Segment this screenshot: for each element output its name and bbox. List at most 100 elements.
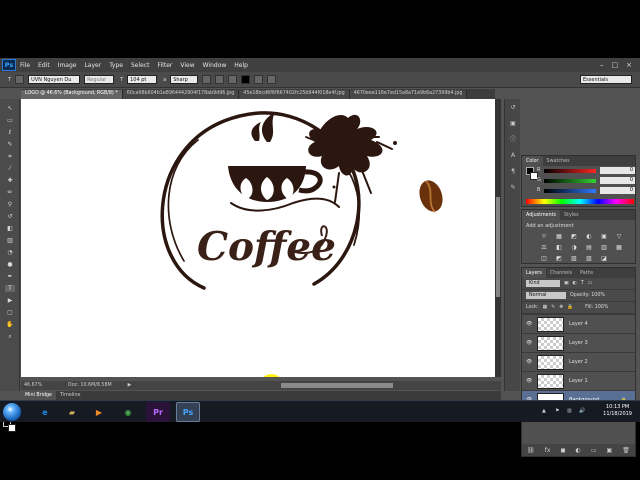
align-left-button[interactable]: [202, 75, 212, 84]
layer-row-layer-1[interactable]: 👁 Layer 1: [522, 371, 635, 390]
menu-image[interactable]: Image: [58, 62, 77, 69]
filter-shape-icon[interactable]: ▭: [588, 281, 593, 286]
blue-channel-value[interactable]: 0: [600, 187, 635, 194]
canvas-horizontal-scrollbar[interactable]: [281, 383, 393, 388]
tab-timeline[interactable]: Timeline: [56, 393, 84, 398]
lock-image-icon[interactable]: ✎: [551, 305, 555, 310]
hand-tool-icon[interactable]: ✋: [5, 321, 15, 328]
hue-adjustment-icon[interactable]: ⚖: [538, 244, 550, 252]
channel-mixer-adjustment-icon[interactable]: ▥: [598, 244, 610, 252]
align-right-button[interactable]: [228, 75, 238, 84]
minimize-button[interactable]: –: [600, 61, 604, 69]
canvas-vertical-scroll-thumb[interactable]: [496, 197, 500, 297]
tab-color[interactable]: Color: [522, 156, 543, 166]
file-explorer-icon[interactable]: ▰: [60, 402, 84, 422]
menu-type[interactable]: Type: [109, 62, 123, 69]
filter-type-icon[interactable]: T: [581, 281, 584, 286]
blend-mode-select[interactable]: Normal: [526, 292, 566, 299]
move-tool-icon[interactable]: ↖: [5, 105, 15, 112]
pen-tool-icon[interactable]: ✒: [5, 273, 15, 280]
exposure-adjustment-icon[interactable]: ◐: [583, 233, 595, 241]
tab-paths[interactable]: Paths: [576, 268, 597, 278]
tab-image-3[interactable]: 4670eee116e7ed15a8a71e9b6a27399b4.jpg: [349, 90, 468, 99]
chrome-icon[interactable]: ◉: [116, 402, 140, 422]
opacity-control[interactable]: Opacity: 100%: [570, 293, 605, 298]
font-style-select[interactable]: Regular: [84, 75, 115, 84]
visibility-eye-icon[interactable]: 👁: [526, 321, 532, 327]
visibility-eye-icon[interactable]: 👁: [526, 359, 532, 365]
character-panel-icon[interactable]: A: [508, 151, 518, 161]
new-layer-icon[interactable]: ▣: [607, 447, 613, 454]
filter-pixel-icon[interactable]: ▣: [564, 281, 569, 286]
invert-adjustment-icon[interactable]: ◫: [538, 255, 550, 263]
brush-tool-icon[interactable]: ✏: [5, 189, 15, 196]
lasso-tool-icon[interactable]: ℓ: [5, 129, 15, 136]
lock-transparent-icon[interactable]: ▦: [543, 305, 548, 310]
lock-position-icon[interactable]: ✥: [559, 305, 563, 310]
curves-adjustment-icon[interactable]: ◩: [568, 233, 580, 241]
tab-image-1[interactable]: 60ca98b604b1e8964442904f178ab9d96.jpg: [122, 90, 240, 99]
vibrance-adjustment-icon[interactable]: ▣: [598, 233, 610, 241]
blur-tool-icon[interactable]: ◔: [5, 249, 15, 256]
zoom-tool-icon[interactable]: ⌕: [5, 333, 15, 340]
quick-select-tool-icon[interactable]: ✎: [5, 141, 15, 148]
menu-help[interactable]: Help: [234, 62, 248, 69]
photoshop-taskbar-icon[interactable]: Ps: [176, 402, 200, 422]
visibility-eye-icon[interactable]: 👁: [526, 340, 532, 346]
eyedropper-tool-icon[interactable]: ⁄: [5, 165, 15, 172]
levels-adjustment-icon[interactable]: ▦: [553, 233, 565, 241]
color-spectrum-bar[interactable]: [526, 199, 634, 204]
premiere-icon[interactable]: Pr: [146, 402, 170, 422]
info-panel-icon[interactable]: ⓘ: [508, 135, 518, 145]
type-tool-icon[interactable]: T: [8, 77, 11, 83]
stamp-tool-icon[interactable]: ⚲: [5, 201, 15, 208]
selective-color-adjustment-icon[interactable]: ▧: [583, 255, 595, 263]
blue-channel-slider[interactable]: [544, 189, 596, 193]
fill-control[interactable]: Fill: 100%: [585, 305, 608, 310]
character-panel-button[interactable]: [267, 75, 277, 84]
layer-row-layer-2[interactable]: 👁 Layer 2: [522, 352, 635, 371]
brightness-adjustment-icon[interactable]: ☼: [538, 233, 550, 241]
menu-file[interactable]: File: [20, 62, 30, 69]
layer-mask-icon[interactable]: ◼: [560, 447, 565, 454]
threshold-adjustment-icon[interactable]: ▨: [568, 255, 580, 263]
history-panel-icon[interactable]: ↺: [508, 103, 518, 113]
system-clock[interactable]: 10:13 PM 11/18/2019: [603, 404, 632, 418]
font-size-select[interactable]: 104 pt: [127, 75, 158, 84]
properties-panel-icon[interactable]: ▣: [508, 119, 518, 129]
red-channel-value[interactable]: 0: [600, 167, 635, 174]
dodge-tool-icon[interactable]: ●: [5, 261, 15, 268]
align-center-button[interactable]: [215, 75, 225, 84]
close-button[interactable]: ×: [626, 61, 632, 69]
healing-tool-icon[interactable]: ✚: [5, 177, 15, 184]
menu-filter[interactable]: Filter: [158, 62, 173, 69]
posterize-adjustment-icon[interactable]: ◩: [553, 255, 565, 263]
crop-tool-icon[interactable]: ⌗: [5, 153, 15, 160]
eraser-tool-icon[interactable]: ◧: [5, 225, 15, 232]
paragraph-panel-icon[interactable]: ¶: [508, 167, 518, 177]
background-color-swatch[interactable]: [8, 424, 16, 432]
antialias-select[interactable]: Sharp: [170, 75, 199, 84]
photo-filter-adjustment-icon[interactable]: ▤: [583, 244, 595, 252]
color-balance-adjustment-icon[interactable]: ◧: [553, 244, 565, 252]
delete-layer-icon[interactable]: 🗑: [622, 447, 630, 454]
tab-image-2[interactable]: 45e18bcd6f6f667402fc25b944f018e4f.jpg: [239, 90, 350, 99]
tab-mini-bridge[interactable]: Mini Bridge: [21, 391, 57, 400]
shape-tool-icon[interactable]: ▢: [5, 309, 15, 316]
menu-layer[interactable]: Layer: [84, 62, 101, 69]
tray-flag-icon[interactable]: ⚑: [555, 408, 559, 414]
warp-text-button[interactable]: [254, 75, 264, 84]
zoom-readout[interactable]: 46.67%: [24, 383, 46, 388]
layer-row-layer-4[interactable]: 👁 Layer 4: [522, 314, 635, 333]
green-channel-value[interactable]: 0: [600, 177, 635, 184]
gradient-adjustment-icon[interactable]: ▽: [613, 233, 625, 241]
maximize-button[interactable]: □: [612, 61, 619, 69]
workspace-select[interactable]: Essentials: [580, 75, 632, 84]
tab-swatches[interactable]: Swatches: [543, 156, 574, 166]
font-family-select[interactable]: UVN Nguyen Du: [28, 75, 81, 84]
tab-styles[interactable]: Styles: [560, 210, 583, 220]
black-white-adjustment-icon[interactable]: ◑: [568, 244, 580, 252]
document-canvas[interactable]: Coffee: [21, 99, 495, 377]
adjustment-layer-icon[interactable]: ◐: [576, 447, 581, 454]
lookup-adjustment-icon[interactable]: ▦: [613, 244, 625, 252]
